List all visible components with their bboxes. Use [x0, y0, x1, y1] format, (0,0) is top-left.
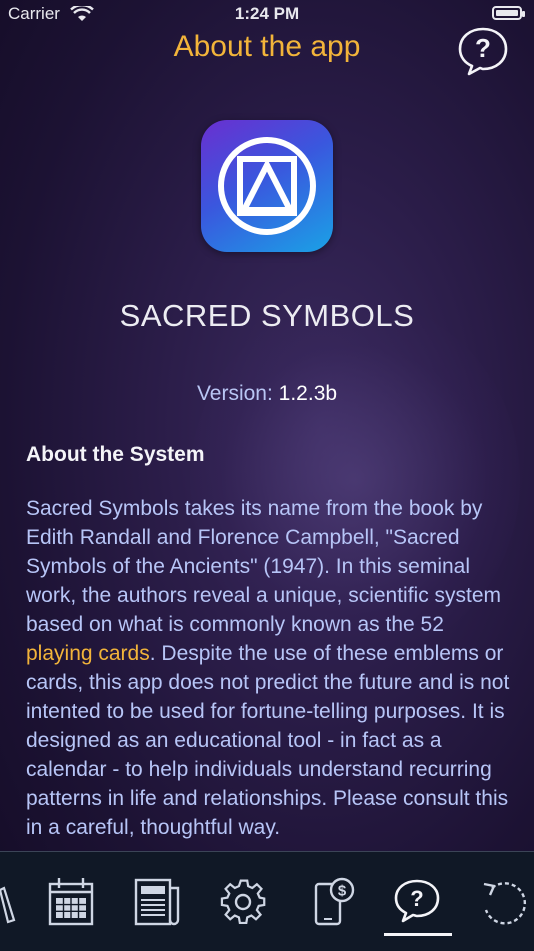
selected-tab-indicator [384, 933, 452, 936]
gear-icon [220, 879, 266, 925]
tab-news[interactable] [132, 876, 182, 928]
tab-purchase[interactable]: $ [306, 876, 356, 928]
calendar-icon [48, 878, 94, 926]
refresh-icon [483, 882, 526, 925]
newspaper-icon [134, 878, 180, 926]
question-bubble-icon: ? [394, 879, 440, 923]
tab-refresh[interactable] [478, 876, 528, 928]
version-value: 1.2.3b [278, 382, 338, 405]
tab-calendar[interactable] [46, 876, 96, 928]
page-title: About the app [173, 30, 361, 63]
svg-text:?: ? [475, 33, 491, 63]
body-text-part2: . Despite the use of these emblems or ca… [26, 642, 510, 839]
section-title: About the System [26, 443, 205, 466]
clock: 1:24 PM [234, 4, 300, 23]
body-text-part1: Sacred Symbols takes its name from the b… [26, 497, 502, 636]
about-description: Sacred Symbols takes its name from the b… [26, 494, 516, 854]
tab-about[interactable]: ? [392, 876, 442, 928]
tab-bar: $ ? [0, 851, 534, 951]
battery-icon [492, 6, 525, 20]
playing-cards-link[interactable]: playing cards [26, 642, 150, 665]
version-label: Version: [196, 382, 273, 405]
tab-settings[interactable] [218, 876, 268, 928]
sacred-symbol-icon [218, 137, 316, 235]
partial-icon [0, 886, 16, 924]
svg-text:?: ? [410, 886, 423, 911]
status-bar: Carrier 1:24 PM [0, 0, 534, 30]
question-bubble-icon[interactable]: ? [456, 24, 510, 78]
app-name: SACRED SYMBOLS [119, 298, 415, 333]
svg-text:$: $ [338, 883, 347, 900]
tab-partial[interactable] [0, 876, 24, 928]
app-logo [201, 120, 333, 252]
phone-dollar-icon: $ [314, 877, 355, 926]
version-info: Version: 1.2.3b [0, 382, 534, 406]
